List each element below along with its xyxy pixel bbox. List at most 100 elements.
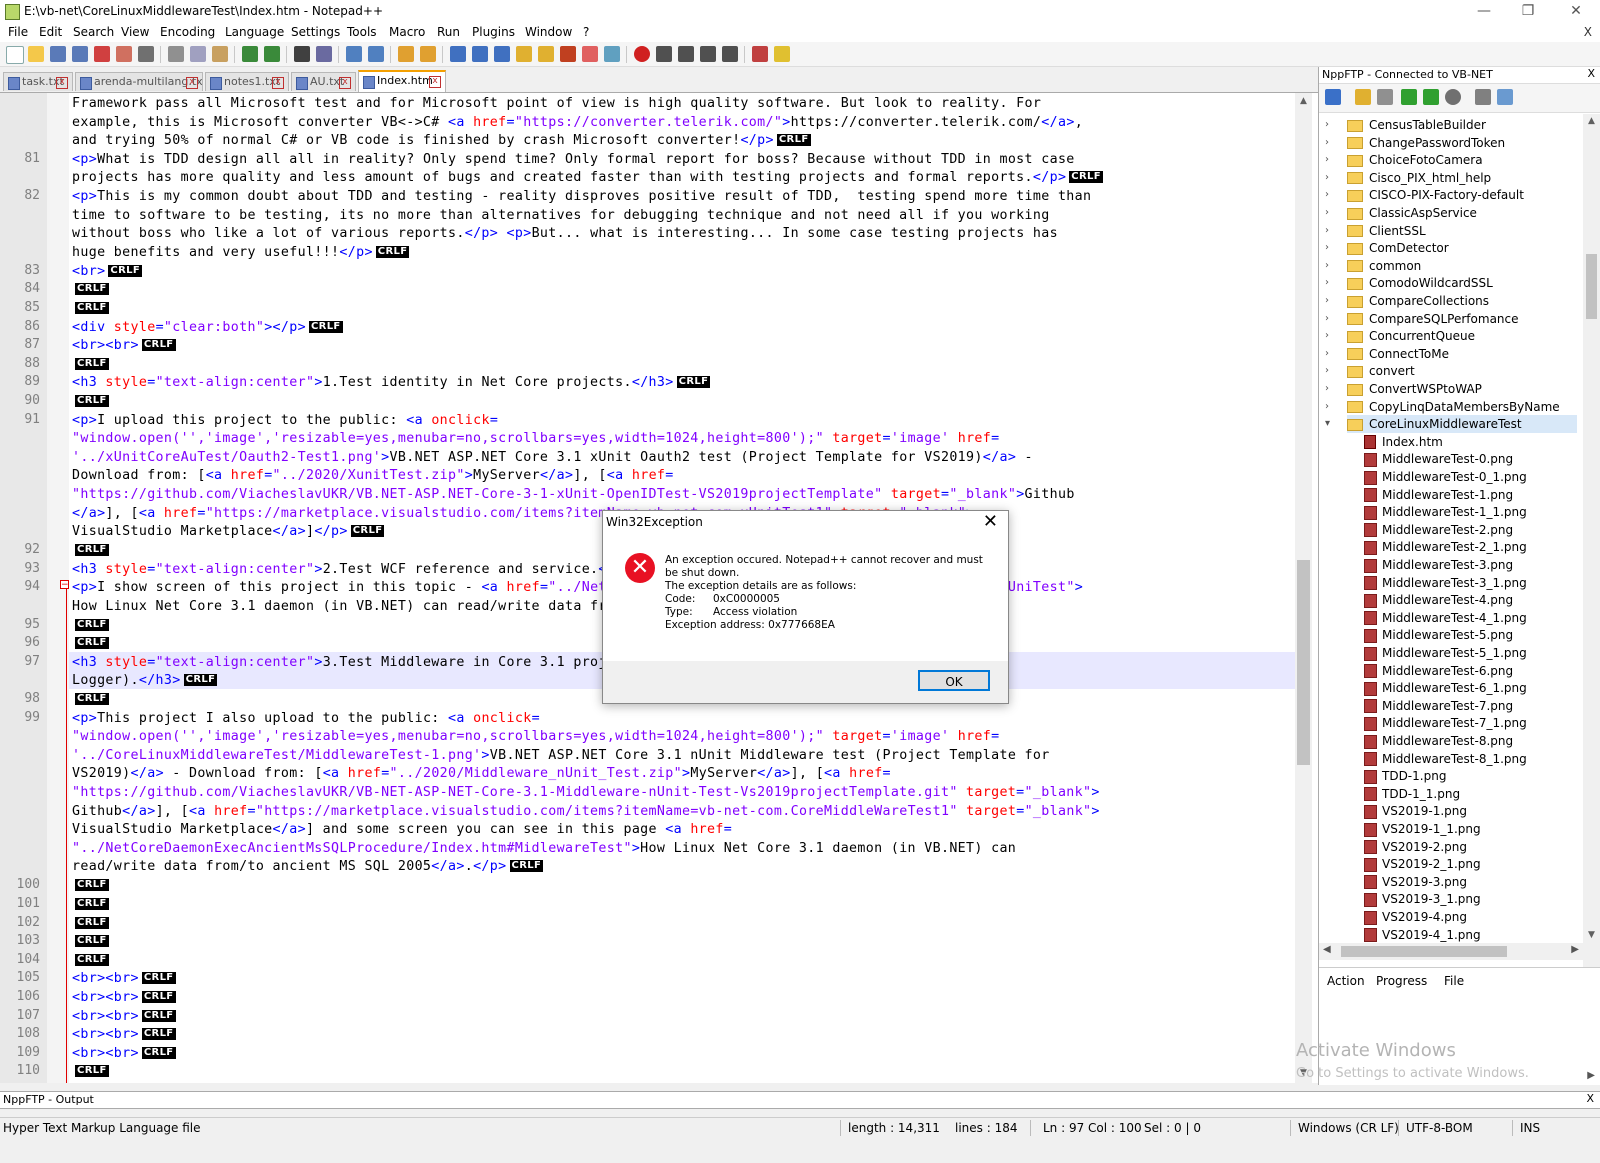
record-macro-icon[interactable] [634, 46, 650, 62]
chevron-right-icon[interactable]: › [1325, 398, 1329, 416]
tab-arenda-multilang[interactable]: arenda-multilang.txt x [75, 72, 203, 91]
tab-task[interactable]: task.txt x [3, 72, 73, 91]
scroll-up-icon[interactable]: ▲ [1583, 116, 1600, 126]
scroll-down-icon[interactable]: ▼ [1583, 930, 1600, 940]
tree-folder[interactable]: › ConcurrentQueue [1325, 327, 1577, 345]
new-file-icon[interactable] [6, 46, 24, 64]
chevron-right-icon[interactable]: › [1325, 362, 1329, 380]
save-all-icon[interactable] [72, 46, 88, 62]
menu-view[interactable]: View [121, 25, 149, 39]
doc-map-icon[interactable] [538, 46, 554, 62]
download-icon[interactable] [1377, 89, 1393, 105]
chevron-down-icon[interactable]: ▾ [1325, 415, 1330, 433]
chevron-right-icon[interactable]: › [1325, 239, 1329, 257]
close-tab-icon[interactable]: x [429, 76, 441, 88]
chevron-right-icon[interactable]: › [1325, 380, 1329, 398]
minimize-button[interactable]: — [1462, 0, 1506, 22]
tree-folder[interactable]: › ChoiceFotoCamera [1325, 151, 1577, 169]
tree-folder[interactable]: › convert [1325, 362, 1577, 380]
zoom-out-icon[interactable] [368, 46, 384, 62]
menu-help[interactable]: ? [583, 25, 589, 39]
tree-file[interactable]: VS2019-2_1.png [1364, 855, 1481, 873]
tree-folder[interactable]: › ConvertWSPtoWAP [1325, 380, 1577, 398]
tree-file[interactable]: MiddlewareTest-5.png [1364, 626, 1513, 644]
paste-icon[interactable] [212, 46, 228, 62]
menu-run[interactable]: Run [437, 25, 460, 39]
close-ftp-panel-button[interactable]: X [1587, 67, 1595, 80]
show-all-chars-icon[interactable] [472, 46, 488, 62]
tree-file[interactable]: Index.htm [1364, 433, 1443, 451]
close-all-icon[interactable] [116, 46, 132, 62]
fold-toggle-icon[interactable]: − [60, 580, 69, 590]
tree-file[interactable]: MiddlewareTest-1.png [1364, 486, 1513, 504]
tree-folder[interactable]: › common [1325, 257, 1577, 275]
scroll-thumb[interactable] [1341, 946, 1507, 957]
menu-language[interactable]: Language [225, 25, 284, 39]
tree-folder[interactable]: › ClientSSL [1325, 222, 1577, 240]
tree-file[interactable]: VS2019-3_1.png [1364, 890, 1481, 908]
tab-notes1[interactable]: notes1.txt x [205, 72, 289, 91]
menu-tools[interactable]: Tools [347, 25, 377, 39]
tree-folder[interactable]: › ConnectToMe [1325, 345, 1577, 363]
tree-file[interactable]: MiddlewareTest-4.png [1364, 591, 1513, 609]
scroll-right-icon[interactable]: ▶ [1571, 944, 1579, 955]
close-document-button[interactable]: X [1584, 25, 1592, 39]
chevron-right-icon[interactable]: › [1325, 274, 1329, 292]
menu-encoding[interactable]: Encoding [160, 25, 215, 39]
settings-gear-icon[interactable] [1475, 89, 1491, 105]
menu-settings[interactable]: Settings [291, 25, 340, 39]
upload-icon[interactable] [1401, 89, 1417, 105]
tree-vertical-scrollbar[interactable]: ▲ ▼ [1583, 114, 1600, 1007]
tree-folder[interactable]: › ClassicAspService [1325, 204, 1577, 222]
scroll-up-icon[interactable]: ▲ [1295, 96, 1312, 106]
menu-search[interactable]: Search [73, 25, 114, 39]
abort-icon[interactable] [1445, 89, 1461, 105]
sync-horizontal-icon[interactable] [420, 46, 436, 62]
menu-plugins[interactable]: Plugins [472, 25, 515, 39]
tree-file[interactable]: MiddlewareTest-1_1.png [1364, 503, 1527, 521]
chevron-right-icon[interactable]: › [1325, 222, 1329, 240]
close-window-button[interactable]: ✕ [1554, 0, 1598, 22]
stop-macro-icon[interactable] [656, 46, 672, 62]
function-list-icon[interactable] [560, 46, 576, 62]
tree-file[interactable]: VS2019-2.png [1364, 838, 1467, 856]
scroll-left-icon[interactable]: ◀ [1323, 944, 1331, 955]
word-wrap-icon[interactable] [450, 46, 466, 62]
tree-folder[interactable]: › ChangePasswordToken [1325, 134, 1577, 152]
chevron-right-icon[interactable]: › [1325, 257, 1329, 275]
queue-tab-progress[interactable]: Progress [1376, 974, 1427, 988]
tree-folder[interactable]: › Cisco_PIX_html_help [1325, 169, 1577, 187]
chevron-right-icon[interactable]: › [1325, 151, 1329, 169]
tree-folder[interactable]: › ComDetector [1325, 239, 1577, 257]
tree-file[interactable]: MiddlewareTest-8.png [1364, 732, 1513, 750]
tree-file[interactable]: VS2019-1.png [1364, 802, 1467, 820]
tab-au[interactable]: AU.txt x [291, 72, 356, 91]
play-macro-icon[interactable] [678, 46, 694, 62]
editor-scrollbar[interactable]: ▲ ▼ [1295, 93, 1312, 1083]
menu-edit[interactable]: Edit [39, 25, 62, 39]
spell-check-icon[interactable] [752, 46, 768, 62]
folder-workspace-icon[interactable] [582, 46, 598, 62]
tree-folder[interactable]: › CISCO-PIX-Factory-default [1325, 186, 1577, 204]
chevron-right-icon[interactable]: › [1325, 204, 1329, 222]
cut-icon[interactable] [168, 46, 184, 62]
connect-icon[interactable] [1325, 89, 1341, 105]
ftp-icon[interactable] [774, 46, 790, 62]
tree-horizontal-scrollbar[interactable]: ◀ ▶ [1319, 943, 1583, 960]
sync-vertical-icon[interactable] [398, 46, 414, 62]
status-encoding[interactable]: UTF-8-BOM [1406, 1121, 1473, 1135]
replace-icon[interactable] [316, 46, 332, 62]
tree-file[interactable]: TDD-1_1.png [1364, 785, 1460, 803]
maximize-button[interactable]: ❐ [1506, 0, 1550, 22]
scroll-thumb[interactable] [1297, 560, 1310, 765]
dialog-close-button[interactable]: ✕ [983, 511, 998, 532]
tree-folder[interactable]: › CompareCollections [1325, 292, 1577, 310]
tree-file[interactable]: MiddlewareTest-3.png [1364, 556, 1513, 574]
zoom-in-icon[interactable] [346, 46, 362, 62]
close-tab-icon[interactable]: x [272, 77, 284, 89]
copy-icon[interactable] [190, 46, 206, 62]
tree-folder[interactable]: ▾ CoreLinuxMiddlewareTest [1325, 415, 1577, 434]
tree-file[interactable]: VS2019-3.png [1364, 873, 1467, 891]
tree-file[interactable]: VS2019-4_1.png [1364, 926, 1481, 944]
ftp-file-tree[interactable]: › CensusTableBuilder › ChangePasswordToken ›… [1319, 114, 1600, 1014]
